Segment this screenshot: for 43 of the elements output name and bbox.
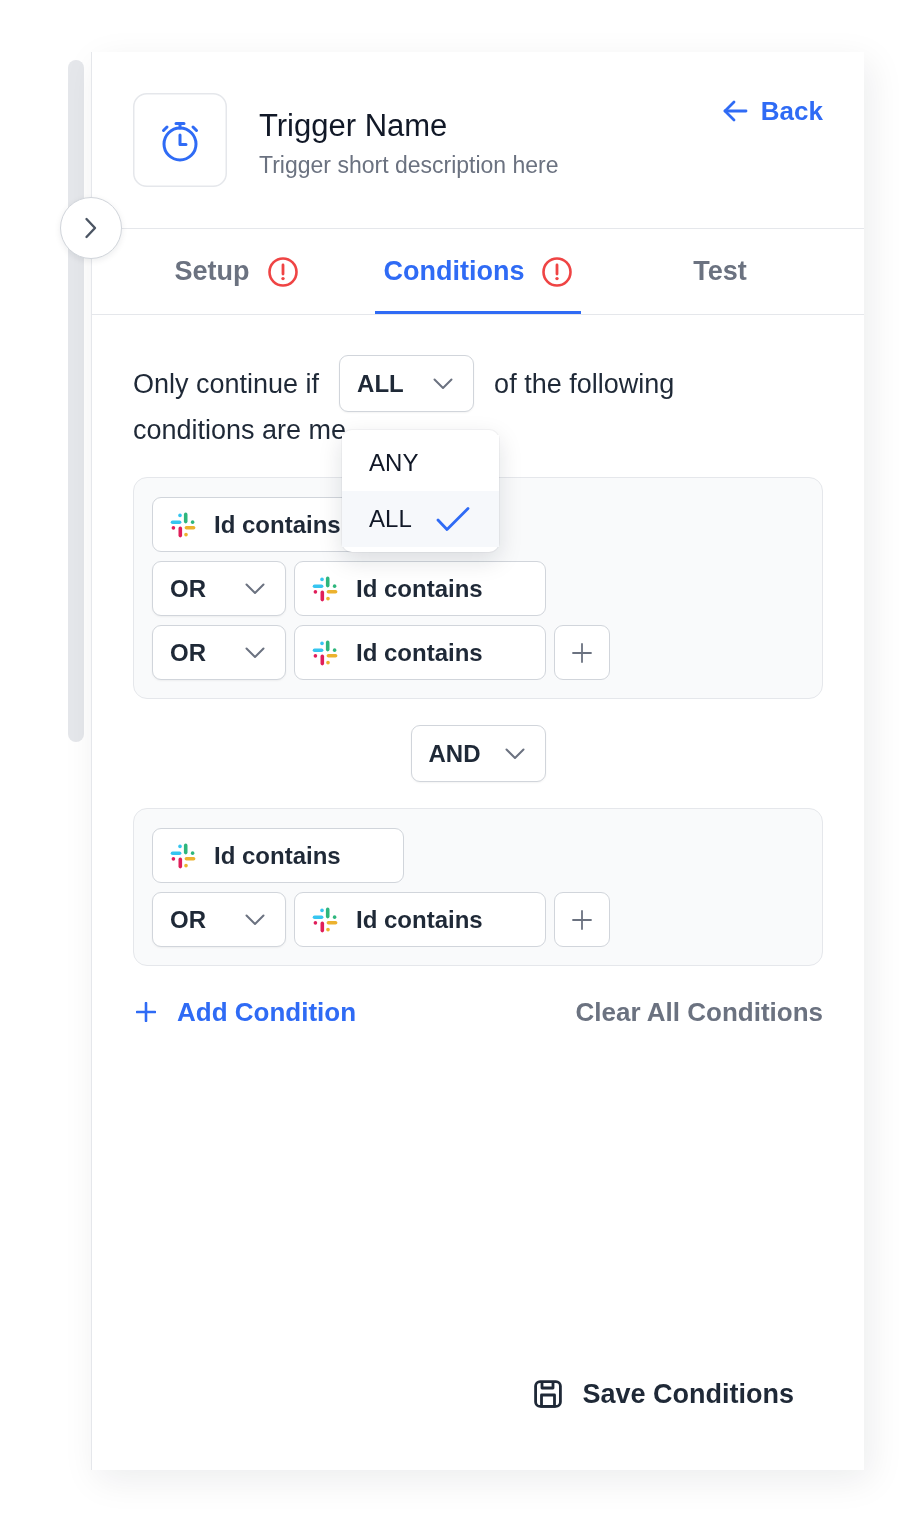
save-icon	[534, 1380, 563, 1408]
hash-logo-icon	[312, 575, 338, 602]
stopwatch-icon	[133, 93, 227, 187]
menu-option[interactable]: ALL	[342, 491, 500, 547]
trigger-description: Trigger short description here	[259, 151, 559, 180]
scrollbar[interactable]	[68, 60, 84, 742]
arrow-left-icon	[721, 100, 748, 122]
hash-logo-icon	[170, 842, 196, 869]
chevron-down-icon	[433, 377, 454, 390]
match-select[interactable]: ALL	[339, 355, 475, 412]
operator-select[interactable]: OR	[152, 625, 286, 680]
operator-select[interactable]: OR	[152, 892, 286, 947]
operator-select[interactable]: OR	[152, 561, 286, 616]
clear-all-link[interactable]: Clear All Conditions	[575, 996, 823, 1028]
add-row-button[interactable]	[554, 625, 610, 680]
hash-logo-icon	[312, 639, 338, 666]
condition-field[interactable]: Id contains	[294, 625, 546, 680]
tab[interactable]: Setup	[165, 229, 307, 314]
menu-option[interactable]: ANY	[342, 435, 500, 491]
trigger-title: Trigger Name	[259, 107, 449, 145]
add-row-button[interactable]	[554, 892, 610, 947]
condition-field[interactable]: Id contains	[294, 561, 546, 616]
tab[interactable]: Conditions	[374, 229, 582, 314]
chevron-down-icon	[245, 582, 265, 595]
rule-text: Only continue if	[133, 367, 320, 401]
chevron-down-icon	[245, 646, 265, 659]
chevron-down-icon	[245, 913, 265, 926]
tab[interactable]: Test	[684, 229, 756, 314]
add-condition-link[interactable]: Add Condition	[133, 996, 357, 1028]
rule-text: of the following	[494, 367, 675, 401]
plus-icon	[136, 1002, 156, 1022]
check-icon	[435, 506, 470, 532]
chevron-right-icon	[84, 217, 98, 239]
save-button[interactable]: Save Conditions	[534, 1366, 794, 1422]
plus-icon	[572, 642, 592, 663]
hash-logo-icon	[312, 906, 338, 933]
hash-logo-icon	[170, 511, 196, 538]
chevron-down-icon	[504, 747, 525, 760]
back-link[interactable]: Back	[721, 96, 823, 126]
plus-icon	[572, 909, 592, 930]
group-operator-select[interactable]: AND	[410, 725, 546, 782]
condition-field[interactable]: Id contains	[294, 892, 546, 947]
condition-field[interactable]: Id contains	[152, 828, 404, 883]
